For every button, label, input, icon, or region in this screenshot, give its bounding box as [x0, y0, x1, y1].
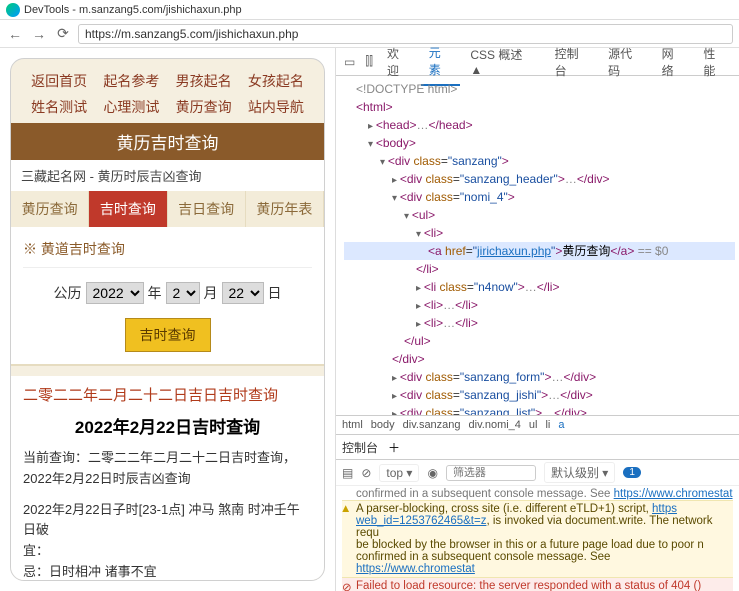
- device-preview: 返回首页 起名参考 男孩起名 女孩起名 姓名测试 心理测试 黄历查询 站内导航 …: [0, 48, 335, 591]
- dom-selected-node[interactable]: <a href="jirichaxun.php">黄历查询</a> == $0: [344, 242, 735, 260]
- tab-jishi[interactable]: 吉时查询: [89, 191, 167, 227]
- forward-button[interactable]: →: [30, 25, 48, 43]
- site-top-nav: 返回首页 起名参考 男孩起名 女孩起名 姓名测试 心理测试 黄历查询 站内导航: [23, 71, 312, 117]
- dom-breadcrumbs[interactable]: htmlbodydiv.sanzangdiv.nomi_4ullia: [336, 415, 739, 434]
- devtools-panel: ▭ ⫿⫿ 欢迎 元素 CSS 概述 ▲ 控制台 源代码 网络 性能 <!DOCT…: [335, 48, 739, 591]
- day-suffix: 日: [268, 283, 282, 303]
- context-select[interactable]: top ▾: [379, 464, 419, 482]
- console-messages[interactable]: confirmed in a subsequent console messag…: [336, 486, 739, 591]
- back-button[interactable]: ←: [6, 25, 24, 43]
- result-yi: 宜：: [23, 541, 312, 562]
- year-select[interactable]: 2022: [86, 282, 144, 304]
- query-tabs: 黄历查询 吉时查询 吉日查询 黄历年表: [11, 191, 324, 227]
- nav-link[interactable]: 返回首页: [23, 71, 95, 91]
- submit-button[interactable]: 吉时查询: [125, 318, 211, 352]
- result-box: 二零二二年二月二十二日吉日吉时查询 2022年2月22日吉时查询 当前查询：二零…: [11, 376, 324, 581]
- form-header: ※ 黄道吉时查询: [23, 235, 312, 268]
- day-select[interactable]: 22: [222, 282, 264, 304]
- console-warning: A parser-blocking, cross site (i.e. diff…: [342, 500, 733, 578]
- inspect-icon[interactable]: ▭: [340, 51, 359, 73]
- nav-link[interactable]: 黄历查询: [168, 97, 240, 117]
- result-heading: 2022年2月22日吉时查询: [23, 413, 312, 438]
- calendar-label: 公历: [54, 283, 82, 303]
- page-subtitle: 三藏起名网 - 黄历时辰吉凶查询: [11, 160, 324, 191]
- year-suffix: 年: [148, 283, 162, 303]
- nav-link[interactable]: 起名参考: [95, 71, 167, 91]
- page-title-band: 黄历吉时查询: [11, 123, 324, 160]
- console-drawer-header: 控制台 ＋: [336, 434, 739, 460]
- console-line: confirmed in a subsequent console messag…: [342, 488, 733, 500]
- result-ji: 忌：日时相冲 诸事不宜: [23, 562, 312, 581]
- window-title: DevTools - m.sanzang5.com/jishichaxun.ph…: [24, 4, 242, 16]
- tab-nianbiao[interactable]: 黄历年表: [246, 191, 324, 227]
- tab-jiri[interactable]: 吉日查询: [168, 191, 246, 227]
- eye-icon[interactable]: ◉: [427, 466, 437, 480]
- result-section-title: 二零二二年二月二十二日吉日吉时查询: [23, 384, 312, 405]
- console-filter-input[interactable]: [446, 465, 536, 481]
- edge-icon: [6, 3, 20, 17]
- window-titlebar: DevTools - m.sanzang5.com/jishichaxun.ph…: [0, 0, 739, 20]
- add-tab-icon[interactable]: ＋: [388, 439, 400, 456]
- devtools-tabs: ▭ ⫿⫿ 欢迎 元素 CSS 概述 ▲ 控制台 源代码 网络 性能: [336, 48, 739, 76]
- nav-link[interactable]: 心理测试: [95, 97, 167, 117]
- dom-tree[interactable]: <!DOCTYPE html> <html> <head>…</head> <b…: [336, 76, 739, 415]
- log-level-select[interactable]: 默认级别 ▾: [544, 462, 615, 483]
- nav-link[interactable]: 姓名测试: [23, 97, 95, 117]
- dom-doctype: <!DOCTYPE html>: [344, 80, 735, 98]
- query-form: ※ 黄道吉时查询 公历 2022 年 2 月 22 日 吉时查询: [11, 227, 324, 366]
- issue-badge[interactable]: 1: [623, 467, 641, 478]
- clear-console-icon[interactable]: ⊘: [361, 466, 371, 480]
- console-toolbar: ▤ ⊘ top ▾ ◉ 默认级别 ▾ 1: [336, 460, 739, 486]
- nav-link[interactable]: 站内导航: [240, 97, 312, 117]
- result-hour-zi: 2022年2月22日子时[23-1点] 冲马 煞南 时冲壬午 日破: [23, 500, 312, 542]
- month-select[interactable]: 2: [166, 282, 200, 304]
- sidebar-toggle-icon[interactable]: ▤: [342, 466, 353, 480]
- month-suffix: 月: [204, 283, 218, 303]
- result-current: 当前查询：二零二二年二月二十二日吉时查询，2022年2月22日时辰吉凶查询: [23, 448, 312, 490]
- console-error: Failed to load resource: the server resp…: [342, 578, 733, 591]
- tab-huangli[interactable]: 黄历查询: [11, 191, 89, 227]
- reload-button[interactable]: ⟳: [54, 25, 72, 43]
- nav-link[interactable]: 男孩起名: [168, 71, 240, 91]
- device-toggle-icon[interactable]: ⫿⫿: [361, 50, 377, 73]
- nav-link[interactable]: 女孩起名: [240, 71, 312, 91]
- console-tab[interactable]: 控制台: [342, 439, 378, 456]
